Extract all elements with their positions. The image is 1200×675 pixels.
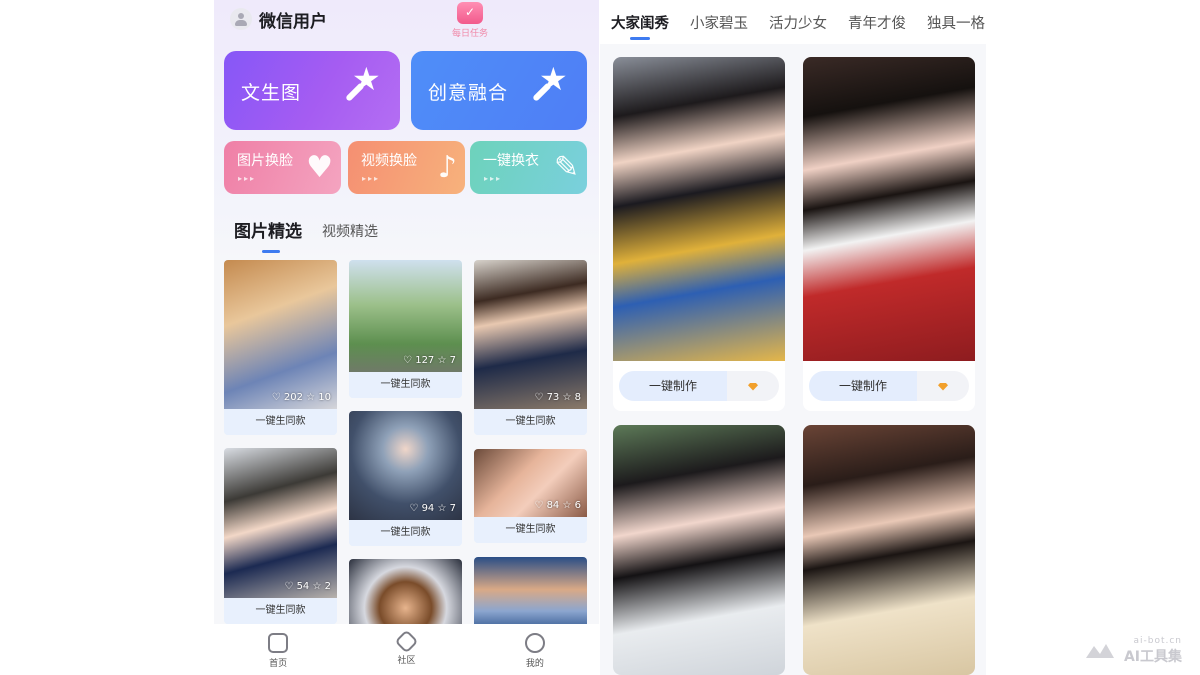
feed-thumbnail: ♡ 54 ☆ 2 [224, 448, 337, 598]
nav-community[interactable]: 社区 [342, 624, 470, 675]
creative-fusion-label: 创意融合 [428, 82, 509, 104]
outfit-change-card[interactable]: 一键换衣 ▸▸▸ ✎ [470, 141, 587, 194]
make-same-button[interactable]: 一键生同款 [224, 409, 337, 435]
feed-item[interactable] [474, 557, 587, 625]
style-card[interactable]: 一键制作 [803, 57, 975, 411]
image-faceswap-label: 图片换脸 [237, 153, 293, 169]
feed-item[interactable] [349, 559, 462, 625]
feed-stats: ♡ 84 ☆ 6 [534, 500, 581, 511]
feed-stats: ♡ 54 ☆ 2 [284, 581, 331, 592]
nav-profile[interactable]: 我的 [471, 624, 599, 675]
style-card-image [613, 425, 785, 675]
outfit-change-label: 一键换衣 [483, 153, 539, 169]
feed-stats: ♡ 127 ☆ 7 [403, 355, 456, 366]
creative-fusion-card[interactable]: 创意融合 ★ [411, 51, 587, 130]
feed-item[interactable]: ♡ 127 ☆ 7 一键生同款 [349, 260, 462, 398]
content-tabs: 图片精选 视频精选 [234, 217, 378, 253]
make-same-button[interactable]: 一键生同款 [474, 517, 587, 543]
style-card[interactable]: 一键制作 [613, 57, 785, 411]
daily-task-label: 每日任务 [451, 29, 488, 39]
make-same-button[interactable]: 一键生同款 [349, 520, 462, 546]
feed-thumbnail: ♡ 94 ☆ 7 [349, 411, 462, 520]
home-icon [268, 633, 289, 653]
make-same-button[interactable]: 一键生同款 [349, 372, 462, 398]
feed-thumbnail: ♡ 84 ☆ 6 [474, 449, 587, 517]
image-faceswap-card[interactable]: 图片换脸 ▸▸▸ ♥ [224, 141, 341, 194]
home-screen: 微信用户 每日任务 文生图 ★ 创意融合 ★ 图片换脸 ▸▸▸ ♥ 视频换脸 ▸… [214, 0, 599, 675]
watermark-url: ai-bot.cn [1133, 636, 1182, 646]
gem-button[interactable] [727, 371, 779, 401]
gem-icon [938, 382, 948, 391]
tab-style-3[interactable]: 活力少女 [769, 0, 827, 44]
feed-stats: ♡ 73 ☆ 8 [534, 392, 581, 403]
arrows-icon: ▸▸▸ [362, 174, 381, 183]
tab-image-picks[interactable]: 图片精选 [234, 217, 302, 253]
feed-stats: ♡ 202 ☆ 10 [271, 392, 331, 403]
make-now-button[interactable]: 一键制作 [619, 371, 727, 401]
video-faceswap-label: 视频换脸 [361, 153, 417, 169]
tab-style-4[interactable]: 青年才俊 [848, 0, 906, 44]
user-name: 微信用户 [259, 11, 327, 32]
style-card-actions: 一键制作 [613, 361, 785, 411]
feed-stats: ♡ 94 ☆ 7 [409, 503, 456, 514]
daily-task-button[interactable]: 每日任务 [446, 0, 494, 40]
tab-style-1[interactable]: 大家闺秀 [611, 0, 669, 44]
nav-home-label: 首页 [269, 659, 288, 669]
feed-thumbnail: ♡ 202 ☆ 10 [224, 260, 337, 409]
feed-thumbnail [474, 557, 587, 625]
community-icon [394, 629, 419, 654]
text-to-image-label: 文生图 [241, 82, 302, 104]
feed-thumbnail: ♡ 127 ☆ 7 [349, 260, 462, 372]
watermark-text: AI工具集 [1123, 649, 1182, 665]
screenshot-stage: 微信用户 每日任务 文生图 ★ 创意融合 ★ 图片换脸 ▸▸▸ ♥ 视频换脸 ▸… [0, 0, 1200, 675]
feed-thumbnail: ♡ 73 ☆ 8 [474, 260, 587, 409]
make-same-button[interactable]: 一键生同款 [224, 598, 337, 624]
style-card-image [613, 57, 785, 361]
cloud-logo-icon [1085, 644, 1114, 658]
make-same-button[interactable]: 一键生同款 [474, 409, 587, 435]
arrows-icon: ▸▸▸ [484, 174, 503, 183]
profile-icon [524, 633, 545, 653]
tab-style-5[interactable]: 独具一格 [927, 0, 985, 44]
brush-icon: ✎ [553, 150, 579, 185]
tab-style-2[interactable]: 小家碧玉 [690, 0, 748, 44]
image-feed: ♡ 202 ☆ 10 一键生同款 ♡ 54 ☆ 2 一键生同款 ♡ 127 ☆ … [224, 260, 589, 625]
style-card[interactable] [613, 425, 785, 675]
nav-profile-label: 我的 [525, 659, 544, 669]
magic-wand-icon: ★ [336, 63, 381, 109]
make-now-button[interactable]: 一键制作 [809, 371, 917, 401]
feed-thumbnail [349, 559, 462, 625]
watermark: ai-bot.cn AI工具集 [1085, 636, 1182, 666]
magic-wand-icon: ★ [523, 63, 568, 109]
feed-item[interactable]: ♡ 202 ☆ 10 一键生同款 [224, 260, 337, 435]
style-tabs: 大家闺秀 小家碧玉 活力少女 青年才俊 独具一格 [600, 0, 986, 44]
video-faceswap-card[interactable]: 视频换脸 ▸▸▸ ♪ [348, 141, 465, 194]
bottom-navigation: 首页 社区 我的 [214, 624, 599, 675]
heart-icon: ♥ [306, 150, 333, 185]
feed-item[interactable]: ♡ 54 ☆ 2 一键生同款 [224, 448, 337, 624]
music-note-icon: ♪ [437, 150, 457, 185]
nav-community-label: 社区 [397, 656, 416, 666]
style-card-image [803, 57, 975, 361]
avatar[interactable] [230, 8, 252, 30]
user-header[interactable]: 微信用户 [230, 6, 327, 32]
feed-item[interactable]: ♡ 94 ☆ 7 一键生同款 [349, 411, 462, 546]
arrows-icon: ▸▸▸ [238, 174, 257, 183]
style-card-image [803, 425, 975, 675]
style-gallery-screen: 大家闺秀 小家碧玉 活力少女 青年才俊 独具一格 一键制作 一键制作 [600, 0, 986, 675]
gem-icon [748, 382, 758, 391]
calendar-check-icon [457, 2, 483, 24]
gem-button[interactable] [917, 371, 969, 401]
style-card[interactable] [803, 425, 975, 675]
nav-home[interactable]: 首页 [214, 624, 342, 675]
text-to-image-card[interactable]: 文生图 ★ [224, 51, 400, 130]
feed-item[interactable]: ♡ 84 ☆ 6 一键生同款 [474, 449, 587, 543]
feed-item[interactable]: ♡ 73 ☆ 8 一键生同款 [474, 260, 587, 435]
tab-video-picks[interactable]: 视频精选 [322, 221, 378, 242]
style-card-actions: 一键制作 [803, 361, 975, 411]
